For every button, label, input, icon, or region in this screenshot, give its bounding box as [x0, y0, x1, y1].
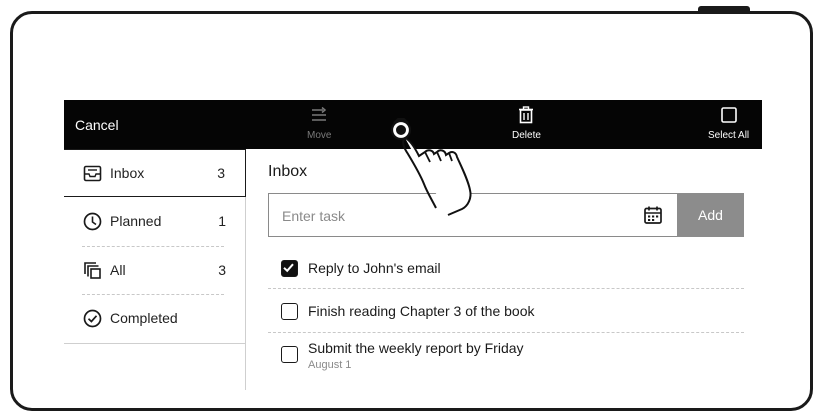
- clock-icon: [82, 211, 102, 231]
- sidebar-item-label: All: [110, 262, 126, 278]
- selection-toolbar: Cancel Move Delete Select All: [64, 100, 762, 149]
- square-checkbox-icon: [720, 106, 738, 127]
- task-checkbox[interactable]: [281, 346, 298, 363]
- sidebar-item-count: 1: [218, 213, 226, 229]
- sidebar-item-count: 3: [218, 262, 226, 278]
- task-entry-bar: Add: [268, 193, 744, 238]
- sidebar-item-all[interactable]: All 3: [64, 246, 246, 294]
- delete-label: Delete: [512, 130, 541, 141]
- move-list-icon: [310, 106, 328, 127]
- trash-icon: [517, 106, 535, 127]
- select-all-button[interactable]: Select All: [708, 106, 749, 141]
- delete-button[interactable]: Delete: [512, 106, 541, 141]
- page-title: Inbox: [268, 163, 308, 180]
- task-checkbox[interactable]: [281, 303, 298, 320]
- task-row[interactable]: Submit the weekly report by Friday Augus…: [268, 332, 744, 390]
- sidebar-item-label: Inbox: [110, 165, 145, 181]
- sidebar-item-label: Completed: [110, 310, 178, 326]
- add-task-button[interactable]: Add: [677, 193, 744, 237]
- inbox-icon: [82, 163, 102, 183]
- screen: Cancel Move Delete Select All Inbox 3 Pl…: [64, 100, 762, 390]
- move-button[interactable]: Move: [307, 106, 331, 141]
- task-text: Submit the weekly report by Friday: [308, 340, 524, 356]
- power-button: [698, 6, 750, 12]
- task-text: Reply to John's email: [308, 260, 441, 276]
- task-row[interactable]: Finish reading Chapter 3 of the book: [268, 288, 744, 332]
- move-label: Move: [307, 130, 332, 141]
- cancel-button[interactable]: Cancel: [75, 117, 119, 133]
- sidebar-bottom-divider: [64, 343, 246, 344]
- task-text: Finish reading Chapter 3 of the book: [308, 303, 535, 319]
- task-input[interactable]: [269, 194, 644, 238]
- sidebar-item-planned[interactable]: Planned 1: [64, 197, 246, 245]
- sidebar-item-label: Planned: [110, 213, 162, 229]
- sidebar-item-inbox[interactable]: Inbox 3: [64, 149, 246, 197]
- task-row[interactable]: Reply to John's email: [268, 250, 744, 288]
- task-date: August 1: [308, 359, 352, 371]
- stack-icon: [82, 260, 102, 280]
- calendar-icon[interactable]: [643, 205, 663, 225]
- task-checkbox-checked[interactable]: [281, 260, 298, 277]
- select-all-label: Select All: [708, 130, 750, 141]
- sidebar-item-count: 3: [217, 165, 225, 181]
- sidebar-item-completed[interactable]: Completed: [64, 294, 246, 342]
- check-circle-icon: [82, 308, 102, 328]
